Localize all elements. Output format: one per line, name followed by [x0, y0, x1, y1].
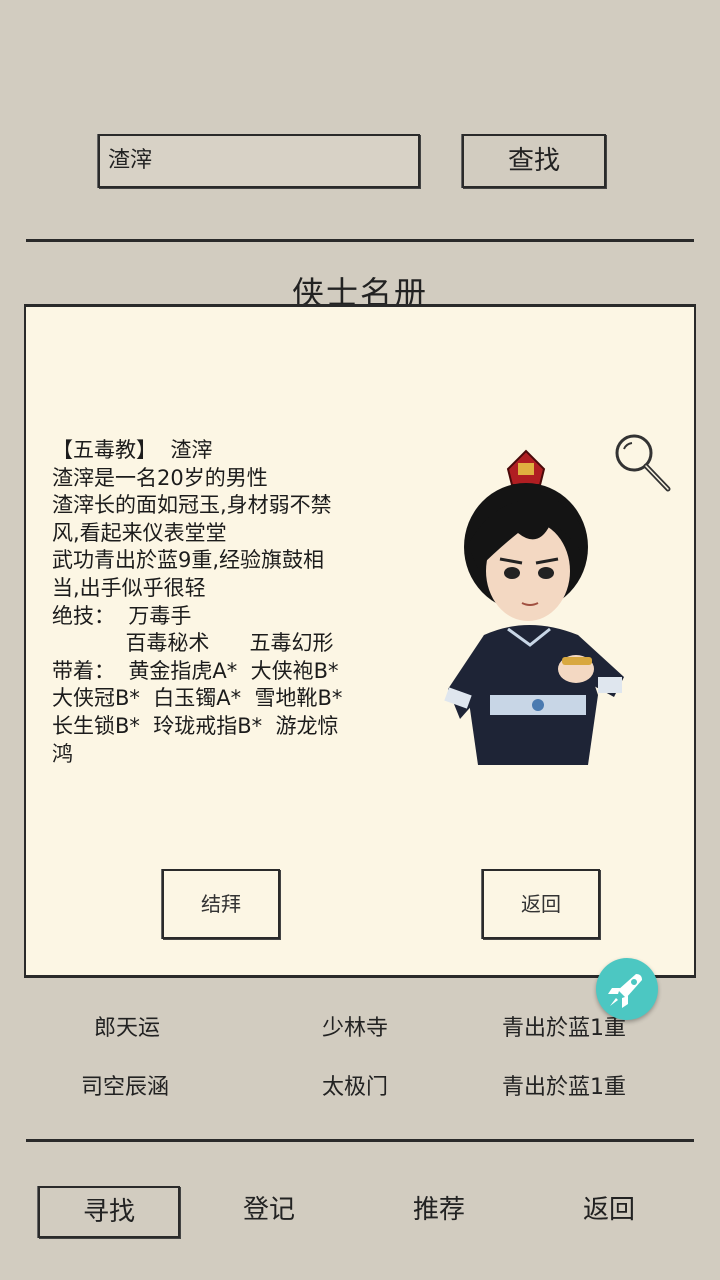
list-item-sect: 少林寺 — [322, 1016, 389, 1041]
tab-search[interactable]: 寻找 — [38, 1186, 180, 1238]
profile-line: 风,看起来仪表堂堂 — [52, 520, 227, 545]
profile-line: 百毒秘术 五毒幻形 — [52, 631, 334, 656]
tab-back[interactable]: 返回 — [538, 1186, 680, 1238]
character-portrait — [444, 449, 624, 765]
search-input[interactable]: 渣滓 — [98, 134, 420, 188]
profile-line: 渣滓长的面如冠玉,身材弱不禁 — [52, 493, 332, 518]
profile-line: 带着： 黄金指虎A* 大侠袍B* — [52, 658, 339, 683]
rocket-button[interactable] — [596, 958, 658, 1020]
dialog-back-button[interactable]: 返回 — [482, 869, 600, 939]
profile-line: 渣滓是一名20岁的男性 — [52, 465, 268, 490]
tab-recommend[interactable]: 推荐 — [368, 1186, 510, 1238]
divider-top — [26, 239, 694, 242]
profile-line: 鸿 — [52, 741, 73, 766]
list-item-name[interactable]: 郎天运 — [94, 1010, 160, 1042]
profile-line: 当,出手似乎很轻 — [52, 575, 206, 600]
bond-button[interactable]: 结拜 — [162, 869, 280, 939]
profile-line: 大侠冠B* 白玉镯A* 雪地靴B* — [52, 686, 343, 711]
profile-line: 长生锁B* 玲珑戒指B* 游龙惊 — [52, 713, 339, 738]
rocket-icon — [608, 974, 642, 1008]
list-item-sect: 太极门 — [322, 1075, 389, 1100]
profile-info: 【五毒教】 渣滓 渣滓是一名20岁的男性 渣滓长的面如冠玉,身材弱不禁 风,看起… — [52, 437, 392, 768]
list-item-skill: 青出於蓝1重 — [502, 1075, 626, 1100]
divider-bottom — [26, 1139, 694, 1142]
profile-line: 绝技： 万毒手 — [52, 603, 192, 628]
search-button[interactable]: 查找 — [462, 134, 606, 188]
profile-dialog: 【五毒教】 渣滓 渣滓是一名20岁的男性 渣滓长的面如冠玉,身材弱不禁 风,看起… — [24, 304, 696, 978]
tab-register[interactable]: 登记 — [198, 1186, 340, 1238]
profile-line: 武功青出於蓝9重,经验旗鼓相 — [52, 548, 325, 573]
profile-line: 【五毒教】 渣滓 — [52, 438, 213, 462]
list-item-name[interactable]: 司空辰涵 — [81, 1069, 169, 1101]
